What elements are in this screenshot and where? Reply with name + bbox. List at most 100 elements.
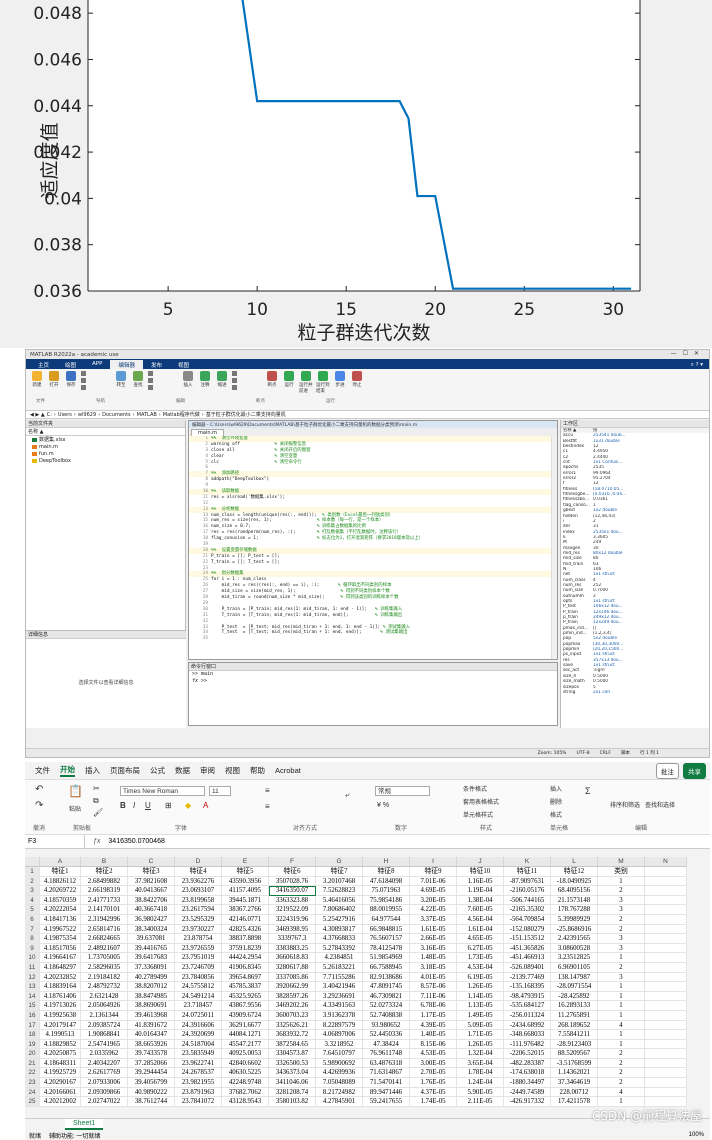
table-cell[interactable]: 特征8 <box>363 867 410 877</box>
toolstrip-tab-5[interactable]: 视图 <box>170 360 197 369</box>
table-cell[interactable]: 4.65E-05 <box>457 934 504 944</box>
excel-tab-5[interactable]: 数据 <box>175 765 190 776</box>
cell-style-button[interactable]: 单元格样式 <box>463 810 493 819</box>
table-cell[interactable]: 39445.1871 <box>222 895 269 906</box>
table-cell[interactable]: 39.637081 <box>128 934 175 944</box>
name-box[interactable]: F3 <box>25 835 85 848</box>
table-cell[interactable]: -152.080279 <box>504 924 551 935</box>
address-bar[interactable]: ◀ ▶ ▲ C: › Users › wl9629 › Documents › … <box>26 411 709 419</box>
table-cell[interactable]: 3337085.86 <box>269 972 316 983</box>
column-header[interactable]: N <box>645 857 687 866</box>
table-cell[interactable]: 43867.9556 <box>222 1001 269 1011</box>
table-cell[interactable]: 7.55841211 <box>551 1030 598 1040</box>
table-cell[interactable]: 7.71155286 <box>316 972 363 983</box>
table-cell[interactable]: 47.6184098 <box>363 876 410 887</box>
table-cell[interactable]: 4.33491563 <box>316 1001 363 1011</box>
excel-tab-0[interactable]: 文件 <box>35 765 50 776</box>
table-cell[interactable]: 4.37668833 <box>316 934 363 944</box>
sheet-tab-sheet1[interactable]: Sheet1 <box>65 1119 104 1130</box>
table-cell[interactable]: 8.15E-06 <box>410 1039 457 1050</box>
share-button[interactable]: 共享 <box>683 762 706 779</box>
table-cell[interactable]: 1.19E-04 <box>457 886 504 896</box>
align-top-icon[interactable]: ≡ <box>265 786 270 795</box>
table-cell[interactable]: 23.5295329 <box>175 914 222 925</box>
table-cell[interactable]: 4.18517056 <box>40 943 81 954</box>
bold-icon[interactable]: B <box>120 801 126 810</box>
table-cell[interactable] <box>645 1087 687 1098</box>
table-cell[interactable]: 3.3218952 <box>316 1039 363 1050</box>
table-cell[interactable] <box>645 876 687 887</box>
table-cell[interactable]: 特征9 <box>410 867 457 877</box>
table-cell[interactable]: 3.91362378 <box>316 1010 363 1021</box>
row-header[interactable]: 4 <box>25 895 40 906</box>
table-cell[interactable]: 43590.3956 <box>222 876 269 887</box>
table-cell[interactable]: 2.70E-05 <box>410 1068 457 1079</box>
ribbon-small-item[interactable] <box>81 378 111 383</box>
table-cell[interactable]: 2.48921607 <box>81 943 128 954</box>
table-cell[interactable]: 24.5491214 <box>175 991 222 1002</box>
row-header[interactable]: 1 <box>25 867 40 877</box>
table-cell[interactable]: -535.684127 <box>504 1001 551 1011</box>
table-cell[interactable]: 3660618.83 <box>269 953 316 963</box>
conditional-format-button[interactable]: 条件格式 <box>463 784 487 793</box>
font-color-icon[interactable]: A <box>203 801 208 810</box>
excel-tab-8[interactable]: 帮助 <box>250 765 265 776</box>
table-cell[interactable]: 41157.4095 <box>222 886 269 896</box>
table-cell[interactable]: 2.66E-05 <box>410 934 457 944</box>
table-cell[interactable]: 2.1361344 <box>81 1010 128 1021</box>
select-all-corner[interactable] <box>25 857 40 866</box>
table-cell[interactable]: 23.7841072 <box>175 1097 222 1107</box>
font-size-select[interactable]: 11 <box>209 786 231 796</box>
table-cell[interactable]: 4.01E-05 <box>410 972 457 983</box>
table-cell[interactable]: 40.2789499 <box>128 972 175 983</box>
path-segment[interactable]: Matlab程序代做 <box>163 411 200 418</box>
workspace-row[interactable]: string 2x1 cell <box>561 690 709 695</box>
table-cell[interactable]: 43128.9543 <box>222 1097 269 1107</box>
column-header[interactable]: D <box>175 857 222 866</box>
table-cell[interactable]: 7.60E-05 <box>457 905 504 915</box>
row-header[interactable]: 20 <box>25 1049 40 1059</box>
column-header[interactable]: B <box>81 857 128 866</box>
table-cell[interactable]: 36.9802427 <box>128 914 175 925</box>
toolstrip-tab-1[interactable]: 绘图 <box>57 360 84 369</box>
table-cell[interactable]: 23.9821955 <box>175 1078 222 1088</box>
table-cell[interactable]: 40.0413667 <box>128 886 175 896</box>
table-cell[interactable]: 1.16E-05 <box>457 876 504 887</box>
table-cell[interactable]: 5.90E-05 <box>457 1087 504 1098</box>
table-cell[interactable]: 4.19664167 <box>40 953 81 963</box>
table-cell[interactable]: 1.71E-05 <box>457 1030 504 1040</box>
command-window[interactable]: 命令行窗口 >> main fx >> <box>188 662 558 726</box>
table-cell[interactable]: 1 <box>598 953 645 963</box>
table-cell[interactable]: 1 <box>598 1097 645 1107</box>
table-cell[interactable]: 1.14362021 <box>551 1068 598 1079</box>
table-cell[interactable]: 39.4416765 <box>128 943 175 954</box>
table-cell[interactable]: 3.65E-04 <box>457 1058 504 1069</box>
table-cell[interactable]: 51.9854969 <box>363 953 410 963</box>
table-cell[interactable]: 2.09309866 <box>81 1087 128 1098</box>
row-header[interactable]: 21 <box>25 1058 40 1069</box>
table-cell[interactable]: -1880.34497 <box>504 1078 551 1088</box>
table-cell[interactable]: 7.01E-06 <box>410 876 457 887</box>
table-cell[interactable]: 40.0164347 <box>128 1030 175 1040</box>
table-cell[interactable]: 4.20222054 <box>40 905 81 915</box>
table-cell[interactable]: 3 <box>598 934 645 944</box>
table-cell[interactable]: 23.9362276 <box>175 876 222 887</box>
editor-scrollbar[interactable] <box>551 436 557 659</box>
zoom-level[interactable]: 100% <box>689 1132 710 1138</box>
table-cell[interactable]: 4.22E-05 <box>410 905 457 915</box>
table-cell[interactable]: 2.02747022 <box>81 1097 128 1107</box>
table-cell[interactable]: 5.27843392 <box>316 943 363 954</box>
table-cell[interactable]: -451.466913 <box>504 953 551 963</box>
table-cell[interactable]: 8.21724982 <box>316 1087 363 1098</box>
table-cell[interactable]: 4.06897006 <box>316 1030 363 1040</box>
table-cell[interactable]: 88.0019955 <box>363 905 410 915</box>
ribbon-button-12[interactable]: 步进 <box>333 371 347 408</box>
column-header[interactable]: C <box>128 857 175 866</box>
table-cell[interactable]: -87.9097631 <box>504 876 551 887</box>
ribbon-button-7[interactable]: 缩进 <box>215 371 229 408</box>
format-cells-button[interactable]: 格式 <box>550 810 562 819</box>
row-header[interactable]: 19 <box>25 1039 40 1050</box>
path-segment[interactable]: C: <box>47 412 52 418</box>
column-header[interactable]: J <box>457 857 504 866</box>
table-cell[interactable]: -2449.74589 <box>504 1087 551 1098</box>
